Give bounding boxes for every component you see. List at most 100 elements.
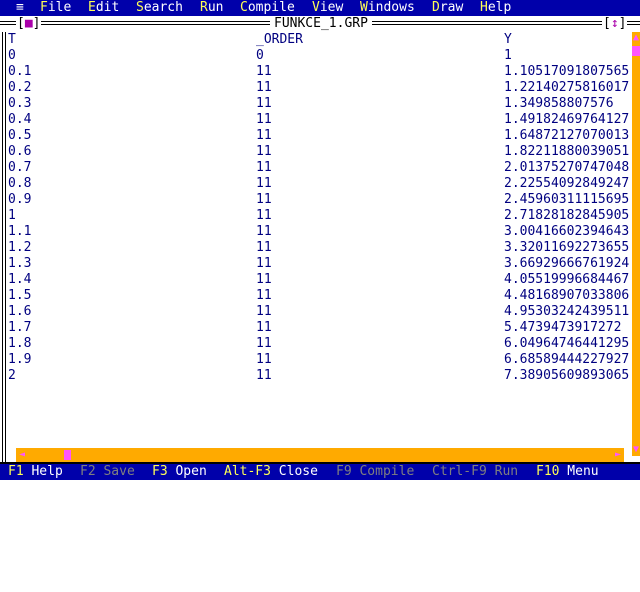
status-ctrl-f9-key: Ctrl-F9 [432,464,487,479]
vertical-scrollbar[interactable]: ▲ ▼ [632,32,640,456]
status-f9-label: Compile [351,464,415,479]
system-menu-icon[interactable]: ≡ [16,0,24,16]
status-f10-label: Menu [559,464,599,479]
cell-order: 11 [256,96,272,111]
menu-draw-label: raw [439,0,464,15]
scroll-up-icon[interactable]: ▲ [632,32,640,44]
cell-t: 1.6 [8,304,32,319]
cell-order: 11 [256,160,272,175]
cell-order: 11 [256,368,272,383]
cell-t: 1.7 [8,320,32,335]
status-f1-help[interactable]: F1 Help [8,464,63,480]
menu-windows-hotkey: W [360,0,368,15]
column-header-order: _ORDER [256,32,303,47]
cell-t: 0.3 [8,96,32,111]
status-f2-save[interactable]: F2 Save [80,464,135,480]
menu-bar: ≡ File Edit Search Run Compile View Wind… [0,0,640,16]
vertical-scroll-thumb[interactable] [632,46,640,56]
status-f9-compile[interactable]: F9 Compile [336,464,414,480]
cell-t: 1.1 [8,224,32,239]
menu-file[interactable]: File [40,0,71,16]
cell-order: 11 [256,64,272,79]
menu-compile-hotkey: C [240,0,248,15]
editor-window: [■] FUNKCE_1.GRP [↕] T _ORDER Y 0 0 1 0.1 11… [0,16,640,464]
menu-compile[interactable]: Compile [240,0,295,16]
cell-t: 0.9 [8,192,32,207]
menu-view[interactable]: View [312,0,343,16]
cell-y: 3.32011692273655 [504,240,630,255]
menu-run-label: un [207,0,224,15]
cell-y: 4.95303242439511 [504,304,630,319]
left-border-inner [5,32,6,462]
status-ctrl-f9-label: Run [486,464,519,479]
cell-y: 1.22140275816017 [504,80,630,95]
cell-t: 0.4 [8,112,32,127]
cell-t: 0.6 [8,144,32,159]
menu-search-hotkey: S [136,0,144,15]
cell-order: 11 [256,240,272,255]
status-f1-label: Help [23,464,63,479]
data-grid[interactable]: T _ORDER Y 0 0 1 0.1 11 1.10517091807565 0.2 11… [8,32,632,452]
cell-order: 11 [256,80,272,95]
scroll-right-icon[interactable]: ► [612,448,624,462]
scroll-down-icon[interactable]: ▼ [632,444,640,456]
zoom-box[interactable]: [↕] [602,16,628,32]
horizontal-scroll-thumb[interactable] [64,450,71,460]
menu-view-hotkey: V [312,0,320,15]
column-header-t: T [8,32,16,47]
menu-windows-label: indows [367,0,415,15]
menu-view-label: iew [319,0,344,15]
cell-order: 11 [256,144,272,159]
cell-order: 11 [256,272,272,287]
cell-y: 2.01375270747048 [504,160,630,175]
scroll-left-icon[interactable]: ◄ [16,448,28,462]
status-alt-f3-close[interactable]: Alt-F3 Close [224,464,318,480]
menu-help-hotkey: H [480,0,488,15]
cell-y: 1 [504,48,512,63]
status-ctrl-f9-run[interactable]: Ctrl-F9 Run [432,464,518,480]
cell-y: 2.22554092849247 [504,176,630,191]
status-f3-key: F3 [152,464,168,479]
menu-windows[interactable]: Windows [360,0,415,16]
cell-y: 1.49182469764127 [504,112,630,127]
cell-order: 11 [256,288,272,303]
menu-compile-label: ompile [247,0,295,15]
cell-t: 1.3 [8,256,32,271]
menu-help-label: elp [487,0,512,15]
cell-t: 0.2 [8,80,32,95]
cell-order: 11 [256,176,272,191]
cell-t: 1.5 [8,288,32,303]
cell-t: 0 [8,48,16,63]
cell-y: 3.66929666761924 [504,256,630,271]
cell-t: 1.2 [8,240,32,255]
cell-order: 11 [256,128,272,143]
status-f3-open[interactable]: F3 Open [152,464,207,480]
status-f2-key: F2 [80,464,96,479]
cell-order: 11 [256,112,272,127]
menu-run[interactable]: Run [200,0,223,16]
menu-file-label: ile [47,0,72,15]
menu-draw[interactable]: Draw [432,0,463,16]
menu-edit[interactable]: Edit [88,0,119,16]
menu-search[interactable]: Search [136,0,183,16]
menu-edit-hotkey: E [88,0,96,15]
cell-t: 2 [8,368,16,383]
status-bar: F1 Help F2 Save F3 Open Alt-F3 Close F9 … [0,464,640,480]
left-border-outer [2,32,3,462]
menu-help[interactable]: Help [480,0,511,16]
cell-y: 1.64872127070013 [504,128,630,143]
cell-y: 6.68589444227927 [504,352,630,367]
cell-y: 3.00416602394643 [504,224,630,239]
cell-order: 11 [256,304,272,319]
cell-order: 11 [256,320,272,335]
status-f10-menu[interactable]: F10 Menu [536,464,599,480]
window-title: FUNKCE_1.GRP [270,16,372,32]
horizontal-scrollbar[interactable]: ◄ ► [16,448,624,462]
menu-search-label: earch [143,0,183,15]
cell-y: 1.10517091807565 [504,64,630,79]
close-box[interactable]: [■] [16,16,42,32]
cell-y: 1.349858807576 [504,96,614,111]
window-title-bar[interactable]: [■] FUNKCE_1.GRP [↕] [0,16,640,32]
cell-order: 11 [256,208,272,223]
status-alt-f3-label: Close [270,464,318,479]
